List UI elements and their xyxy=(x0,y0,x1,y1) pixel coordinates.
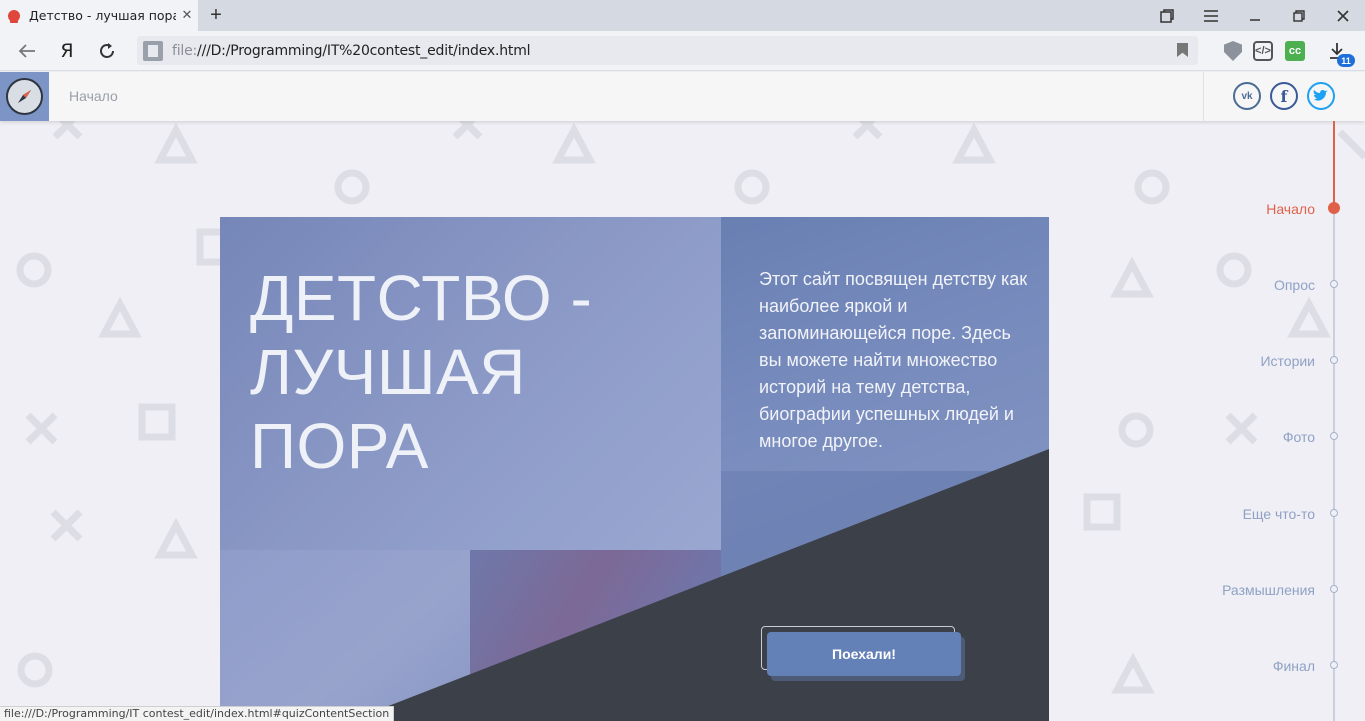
section-nav-item[interactable]: Финал xyxy=(1273,658,1315,674)
cc-extension-icon[interactable]: cc xyxy=(1285,41,1305,61)
section-nav-item[interactable]: Опрос xyxy=(1274,277,1315,293)
page-icon xyxy=(143,40,163,61)
section-nav-item[interactable]: Истории xyxy=(1260,353,1315,369)
start-button[interactable]: Поехали! xyxy=(767,632,961,676)
tab-close-icon[interactable]: ✕ xyxy=(176,8,198,23)
tab-favicon-icon xyxy=(8,9,20,23)
address-url[interactable]: file:///D:/Programming/IT%20contest_edit… xyxy=(172,43,531,59)
section-nav-dot[interactable] xyxy=(1328,202,1340,214)
facebook-icon[interactable]: f xyxy=(1270,82,1298,110)
tabs-panel-icon[interactable] xyxy=(1145,0,1189,31)
close-window-icon[interactable] xyxy=(1321,0,1365,31)
social-divider xyxy=(1203,72,1204,121)
section-nav-dot[interactable] xyxy=(1330,509,1338,517)
protect-shield-icon[interactable] xyxy=(1222,40,1244,62)
section-nav-dot[interactable] xyxy=(1330,280,1338,288)
hero-description: Этот сайт посвящен детству как наиболее … xyxy=(759,269,1028,451)
section-nav-item[interactable]: Начало xyxy=(1266,201,1315,217)
site-header: Начало vk f xyxy=(0,72,1365,121)
restore-icon[interactable] xyxy=(1277,0,1321,31)
compass-icon xyxy=(6,78,43,115)
browser-tab[interactable]: Детство - лучшая пора ✕ xyxy=(0,0,198,31)
downloads-badge: 11 xyxy=(1337,54,1355,67)
browser-toolbar: Я file:///D:/Programming/IT%20contest_ed… xyxy=(0,31,1365,71)
section-timeline-progress xyxy=(1333,121,1335,211)
hero-title: ДЕТСТВО - ЛУЧШАЯ ПОРА xyxy=(250,262,593,482)
header-nav-home[interactable]: Начало xyxy=(69,88,118,104)
code-extension-icon[interactable]: </> xyxy=(1253,41,1273,61)
browser-tabbar: Детство - лучшая пора ✕ + xyxy=(0,0,1365,31)
tab-title: Детство - лучшая пора xyxy=(29,8,176,23)
twitter-icon[interactable] xyxy=(1307,82,1335,110)
bookmark-icon[interactable] xyxy=(1177,43,1188,57)
section-nav-item[interactable]: Фото xyxy=(1283,429,1315,445)
yandex-button[interactable]: Я xyxy=(55,39,79,63)
logo[interactable] xyxy=(0,72,49,121)
back-arrow-icon[interactable] xyxy=(15,39,39,63)
address-bar[interactable]: file:///D:/Programming/IT%20contest_edit… xyxy=(137,36,1198,65)
section-nav-item[interactable]: Размышления xyxy=(1222,582,1315,598)
website-viewport: Начало vk f ДЕТСТВО - ЛУЧШАЯ ПОРА Этот с… xyxy=(0,72,1365,721)
reload-icon[interactable] xyxy=(95,39,119,63)
menu-icon[interactable] xyxy=(1189,0,1233,31)
window-controls xyxy=(1145,0,1365,31)
section-nav-dot[interactable] xyxy=(1330,661,1338,669)
hero-banner: ДЕТСТВО - ЛУЧШАЯ ПОРА Этот сайт посвящен… xyxy=(220,217,1049,721)
section-nav-dot[interactable] xyxy=(1330,585,1338,593)
new-tab-button[interactable]: + xyxy=(205,4,227,26)
section-nav-dot[interactable] xyxy=(1330,356,1338,364)
minimize-icon[interactable] xyxy=(1233,0,1277,31)
vk-icon[interactable]: vk xyxy=(1233,82,1261,110)
section-nav-item[interactable]: Еще что-то xyxy=(1243,506,1315,522)
status-bar-url: file:///D:/Programming/IT contest_edit/i… xyxy=(0,706,395,721)
section-nav-dot[interactable] xyxy=(1330,432,1338,440)
